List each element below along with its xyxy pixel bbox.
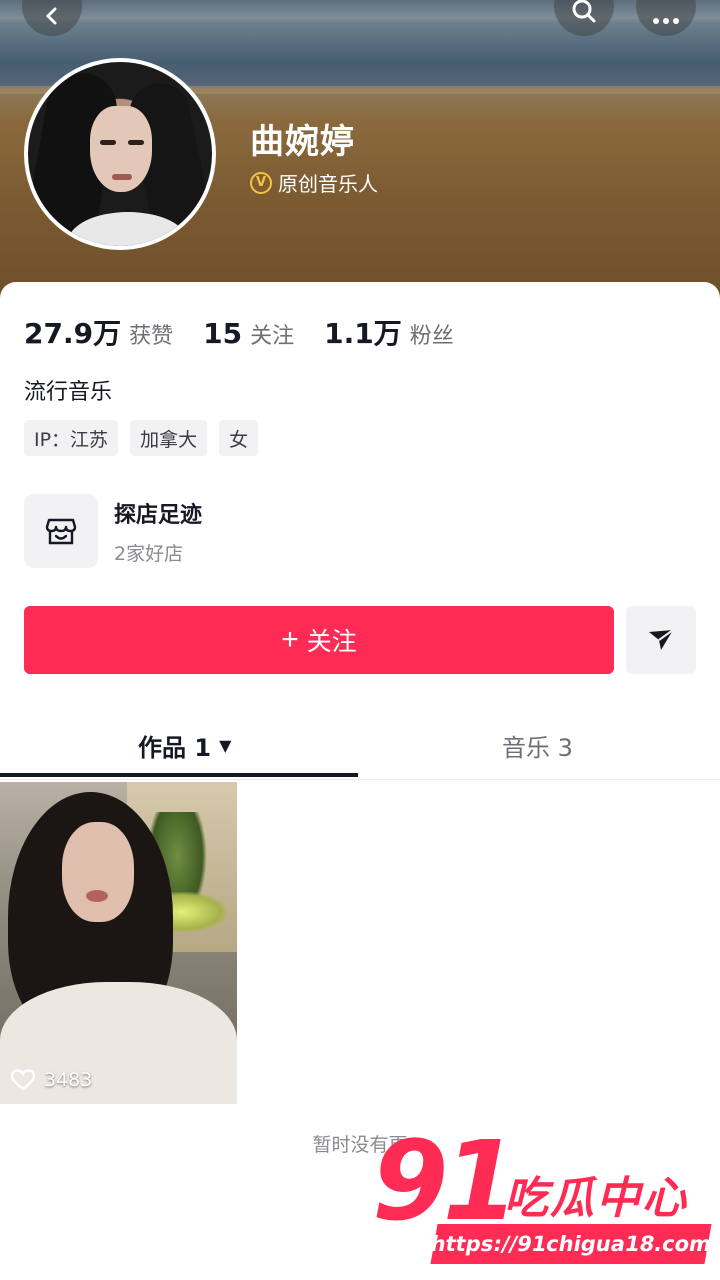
- watermark-number: 91: [372, 1117, 519, 1245]
- heart-icon: [10, 1069, 36, 1091]
- search-icon: [572, 0, 596, 23]
- shop-subtitle: 2家好店: [114, 542, 184, 565]
- verified-badge-icon: V: [250, 171, 272, 194]
- stat-value: 1.1万: [324, 317, 402, 350]
- verified-label: 原创音乐人: [278, 172, 378, 196]
- profile-bio: 流行音乐: [24, 380, 113, 405]
- follow-label: 关注: [306, 628, 357, 656]
- video-likes: 3483: [10, 1068, 92, 1092]
- stat-value: 27.9万: [24, 317, 122, 350]
- back-arrow-icon: [45, 7, 57, 25]
- stat-following[interactable]: 15 关注: [203, 317, 294, 350]
- active-tab-indicator: [0, 773, 358, 777]
- stat-label: 粉丝: [409, 324, 454, 349]
- stats-row: 27.9万 获赞 15 关注 1.1万 粉丝: [24, 312, 484, 352]
- shop-visits-entry[interactable]: 探店足迹 2家好店: [24, 494, 202, 568]
- send-icon: [649, 629, 674, 650]
- content-tabs: 作品 1 ▼ 音乐 3: [0, 710, 720, 780]
- more-dots-icon: [653, 18, 679, 24]
- plus-icon: +: [281, 623, 299, 656]
- profile-banner: 曲婉婷 V 原创音乐人: [0, 0, 720, 300]
- stat-followers[interactable]: 1.1万 粉丝: [324, 312, 454, 352]
- stat-label: 关注: [250, 324, 295, 349]
- tab-music[interactable]: 音乐 3: [502, 728, 573, 763]
- likes-count: 3483: [44, 1069, 93, 1091]
- shop-title: 探店足迹: [114, 502, 203, 528]
- profile-name: 曲婉婷: [250, 122, 355, 162]
- watermark: 91 吃瓜中心 https://91chigua18.com: [368, 1126, 714, 1266]
- caret-down-icon: ▼: [219, 736, 232, 755]
- avatar[interactable]: [24, 58, 216, 250]
- verified-row: V 原创音乐人: [250, 168, 378, 197]
- share-button[interactable]: [626, 606, 696, 674]
- tag-location: 加拿大: [130, 420, 208, 456]
- follow-button[interactable]: + 关注: [24, 606, 614, 674]
- stat-label: 获赞: [129, 324, 174, 349]
- watermark-text: 吃瓜中心: [504, 1173, 688, 1224]
- tab-works[interactable]: 作品 1 ▼: [138, 728, 231, 763]
- profile-tags: IP：江苏 加拿大 女: [24, 420, 270, 456]
- video-thumbnail[interactable]: 3483: [0, 782, 237, 1104]
- tag-gender: 女: [219, 420, 259, 456]
- tag-ip: IP：江苏: [24, 420, 119, 456]
- shop-icon: [24, 494, 98, 568]
- stat-likes[interactable]: 27.9万 获赞: [24, 312, 173, 352]
- stat-value: 15: [203, 317, 243, 350]
- tab-works-label: 作品 1: [138, 734, 212, 762]
- watermark-url: https://91chigua18.com: [429, 1224, 713, 1264]
